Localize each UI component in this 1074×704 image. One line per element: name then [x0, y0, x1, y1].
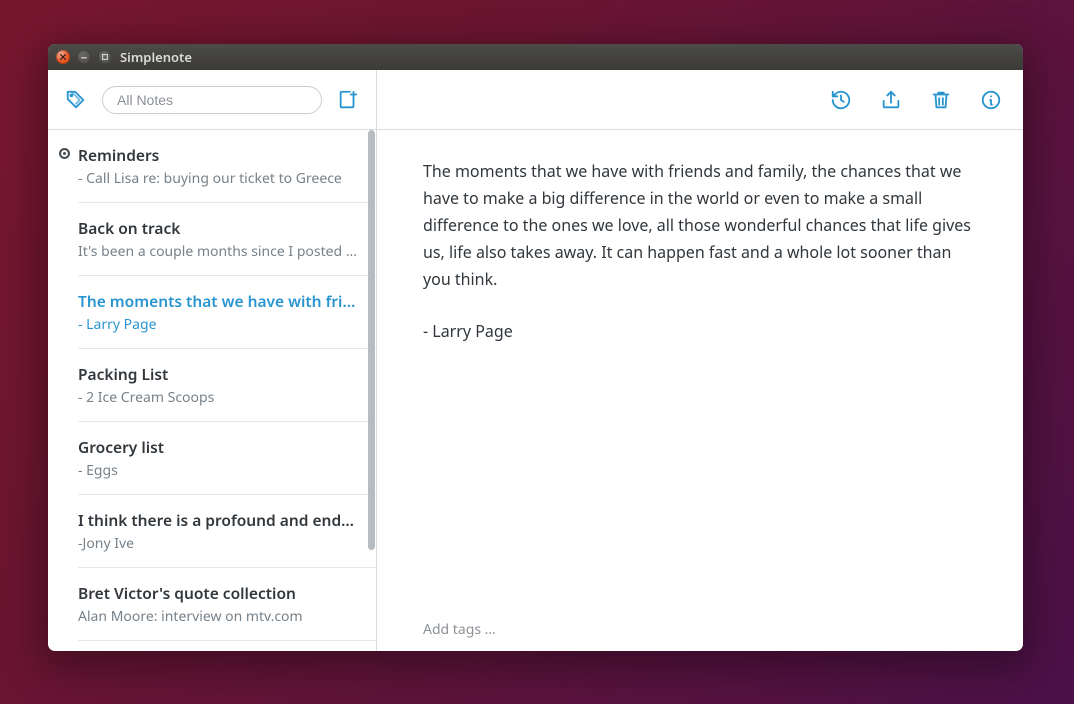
note-item[interactable]: Mission Sushi Restaurants: [78, 641, 376, 651]
note-body[interactable]: The moments that we have with friends an…: [423, 158, 977, 292]
new-note-button[interactable]: [334, 86, 362, 114]
history-button[interactable]: [827, 86, 855, 114]
note-preview: - Eggs: [78, 461, 362, 480]
note-item[interactable]: The moments that we have with friends an…: [78, 276, 376, 349]
note-item[interactable]: I think there is a profound and enduring…: [78, 495, 376, 568]
tags-input[interactable]: Add tags …: [377, 607, 1023, 651]
tags-button[interactable]: [62, 86, 90, 114]
note-preview: - Larry Page: [78, 315, 362, 334]
sidebar-toolbar: [48, 70, 376, 130]
scrollbar-track[interactable]: [368, 130, 375, 651]
note-preview: It's been a couple months since I posted…: [78, 242, 362, 261]
note-title: I think there is a profound and enduring…: [78, 509, 362, 531]
note-title: Back on track: [78, 217, 362, 239]
note-preview: -Jony Ive: [78, 534, 362, 553]
note-preview: Alan Moore: interview on mtv.com: [78, 607, 362, 626]
note-item[interactable]: Reminders - Call Lisa re: buying our tick…: [78, 130, 376, 203]
notes-list: Reminders - Call Lisa re: buying our tick…: [48, 130, 376, 651]
search-input[interactable]: [102, 86, 322, 114]
titlebar[interactable]: Simplenote: [48, 44, 1023, 70]
note-title: Bret Victor's quote collection: [78, 582, 362, 604]
editor-pane: The moments that we have with friends an…: [377, 70, 1023, 651]
note-editor[interactable]: The moments that we have with friends an…: [377, 130, 1023, 607]
pin-icon: [59, 148, 70, 159]
scrollbar-thumb[interactable]: [368, 130, 375, 550]
window-maximize-button[interactable]: [98, 50, 112, 64]
window-title: Simplenote: [120, 48, 192, 66]
note-title: Grocery list: [78, 436, 362, 458]
note-item[interactable]: Grocery list - Eggs: [78, 422, 376, 495]
note-preview: - Call Lisa re: buying our ticket to Gre…: [78, 169, 362, 188]
app-window: Simplenote: [48, 44, 1023, 651]
window-close-button[interactable]: [56, 50, 70, 64]
sidebar: Reminders - Call Lisa re: buying our tick…: [48, 70, 377, 651]
window-minimize-button[interactable]: [77, 50, 91, 64]
note-title: Reminders: [78, 144, 362, 166]
note-preview: - 2 Ice Cream Scoops: [78, 388, 362, 407]
note-item[interactable]: Back on track It's been a couple months s…: [78, 203, 376, 276]
note-attribution[interactable]: - Larry Page: [423, 318, 977, 345]
info-button[interactable]: [977, 86, 1005, 114]
note-title: The moments that we have with friends an…: [78, 290, 362, 312]
share-button[interactable]: [877, 86, 905, 114]
editor-toolbar: [377, 70, 1023, 130]
note-item[interactable]: Packing List - 2 Ice Cream Scoops: [78, 349, 376, 422]
note-item[interactable]: Bret Victor's quote collection Alan Moore…: [78, 568, 376, 641]
trash-button[interactable]: [927, 86, 955, 114]
note-title: Packing List: [78, 363, 362, 385]
